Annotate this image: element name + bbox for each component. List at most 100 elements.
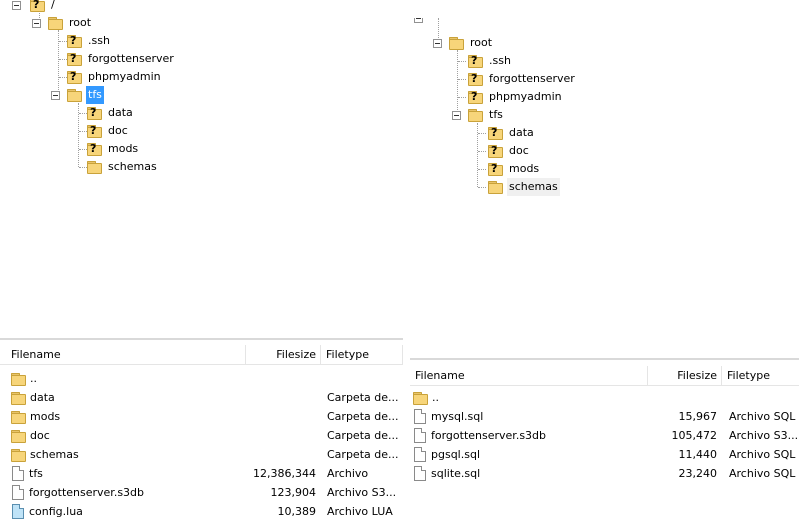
tree-node-label: / [51, 0, 55, 11]
file-row[interactable]: pgsql.sql 11,440 Archivo SQL [410, 445, 799, 464]
file-name-cell: sqlite.sql [412, 464, 644, 483]
tree-node-forgottenserver[interactable]: ? forgottenserver [66, 50, 176, 68]
file-name: mysql.sql [431, 410, 484, 423]
collapse-toggle[interactable] [32, 19, 41, 28]
file-name-cell: doc [10, 426, 242, 445]
folder-icon [10, 429, 26, 443]
column-header-filename[interactable]: Filename [6, 345, 246, 364]
file-size: 105,472 [671, 429, 718, 442]
tree-node-phpmyadmin[interactable]: ? phpmyadmin [66, 68, 163, 86]
tree-node-label: tfs [489, 108, 503, 121]
column-header-filetype[interactable]: Filetype [722, 366, 799, 385]
file-icon [12, 485, 24, 500]
folder-icon [10, 372, 26, 386]
tree-node-tfs[interactable]: tfs [66, 86, 104, 104]
folder-icon [66, 88, 82, 102]
file-icon [12, 466, 24, 481]
collapse-toggle[interactable] [51, 91, 60, 100]
folder-icon [10, 391, 26, 405]
column-header-filetype[interactable]: Filetype [321, 345, 403, 364]
unknown-folder-icon: ? [487, 126, 503, 140]
file-row[interactable]: tfs 12,386,344 Archivo [0, 464, 403, 483]
tree-node-root-slash[interactable]: ? / [29, 0, 57, 14]
file-name-cell: config.lua [10, 502, 242, 521]
file-row[interactable]: forgottenserver.s3db 105,472 Archivo S3... [410, 426, 799, 445]
file-name: data [30, 391, 55, 404]
file-size [246, 445, 316, 464]
file-row[interactable]: forgottenserver.s3db 123,904 Archivo S3... [0, 483, 403, 502]
column-header-filesize[interactable]: Filesize [648, 366, 722, 385]
file-icon [414, 409, 426, 424]
folder-icon [10, 448, 26, 462]
tree-node-label: mods [108, 142, 139, 155]
tree-connector [478, 151, 486, 152]
tree-node-phpmyadmin[interactable]: ? phpmyadmin [467, 88, 564, 106]
tree-node-root[interactable]: root [448, 34, 494, 52]
collapse-toggle[interactable] [414, 18, 423, 23]
file-name: forgottenserver.s3db [431, 429, 547, 442]
tree-node-forgottenserver[interactable]: ? forgottenserver [467, 70, 577, 88]
tree-node-label: tfs [86, 86, 104, 104]
tree-node-ssh[interactable]: ? .ssh [467, 52, 513, 70]
file-type: Carpeta de... [327, 410, 399, 423]
tree-node-doc[interactable]: ? doc [487, 142, 531, 160]
file-size: 11,440 [678, 448, 718, 461]
file-name: .. [30, 372, 37, 385]
tree-connector [458, 97, 466, 98]
unknown-folder-icon: ? [467, 90, 483, 104]
folder-icon [487, 180, 503, 194]
unknown-folder-icon: ? [86, 142, 102, 156]
tree-node-label: data [108, 106, 133, 119]
file-type: Carpeta de... [327, 429, 399, 442]
tree-node-label: .ssh [88, 34, 110, 47]
unknown-folder-icon: ? [487, 144, 503, 158]
folder-icon [47, 16, 63, 30]
pane-splitter[interactable] [410, 358, 799, 360]
file-row[interactable]: sqlite.sql 23,240 Archivo SQL [410, 464, 799, 483]
column-header-filesize[interactable]: Filesize [246, 345, 321, 364]
folder-icon [448, 36, 464, 50]
tree-node-ssh[interactable]: ? .ssh [66, 32, 112, 50]
tree-node-schemas[interactable]: schemas [487, 178, 560, 196]
file-row[interactable]: .. [410, 388, 799, 407]
file-type: Archivo SQL [729, 410, 796, 423]
file-name: mods [30, 410, 61, 423]
collapse-toggle[interactable] [12, 1, 21, 10]
file-name: tfs [29, 467, 43, 480]
tree-node-root[interactable]: root [47, 14, 93, 32]
file-name-cell: forgottenserver.s3db [10, 483, 242, 502]
right-directory-tree[interactable]: root ? .ssh ? forgottenserver ? phpmyadm… [410, 18, 799, 354]
tree-node-schemas[interactable]: schemas [86, 158, 159, 176]
tree-node-label: forgottenserver [489, 72, 575, 85]
file-row[interactable]: .. [0, 369, 403, 388]
pane-splitter[interactable] [0, 338, 403, 340]
unknown-folder-icon: ? [467, 54, 483, 68]
file-row[interactable]: config.lua 10,389 Archivo LUA [0, 502, 403, 521]
column-header-filename[interactable]: Filename [410, 366, 648, 385]
tree-node-label: data [509, 126, 534, 139]
left-directory-tree[interactable]: ? / root ? .ssh ? forgottenserver ? phpm… [0, 0, 403, 336]
tree-node-mods[interactable]: ? mods [487, 160, 541, 178]
collapse-toggle[interactable] [433, 39, 442, 48]
tree-node-doc[interactable]: ? doc [86, 122, 130, 140]
tree-node-mods[interactable]: ? mods [86, 140, 140, 158]
tree-node-tfs[interactable]: tfs [467, 106, 505, 124]
file-row[interactable]: doc Carpeta de... [0, 426, 403, 445]
file-row[interactable]: mysql.sql 15,967 Archivo SQL [410, 407, 799, 426]
collapse-toggle[interactable] [452, 111, 461, 120]
file-name: pgsql.sql [431, 448, 481, 461]
file-name-cell: tfs [10, 464, 242, 483]
tree-connector [478, 169, 486, 170]
file-row[interactable]: mods Carpeta de... [0, 407, 403, 426]
file-list-header: Filename Filesize Filetype [0, 345, 403, 365]
tree-node-label: doc [509, 144, 529, 157]
tree-node-data[interactable]: ? data [487, 124, 536, 142]
right-file-list[interactable]: Filename Filesize Filetype .. mysql.sql 15… [410, 366, 799, 524]
tree-node-data[interactable]: ? data [86, 104, 135, 122]
file-row[interactable]: schemas Carpeta de... [0, 445, 403, 464]
tree-node-label: root [470, 36, 493, 49]
left-file-list[interactable]: Filename Filesize Filetype .. data Carpeta… [0, 345, 403, 524]
file-row[interactable]: data Carpeta de... [0, 388, 403, 407]
unknown-folder-icon: ? [66, 34, 82, 48]
folder-icon [467, 108, 483, 122]
